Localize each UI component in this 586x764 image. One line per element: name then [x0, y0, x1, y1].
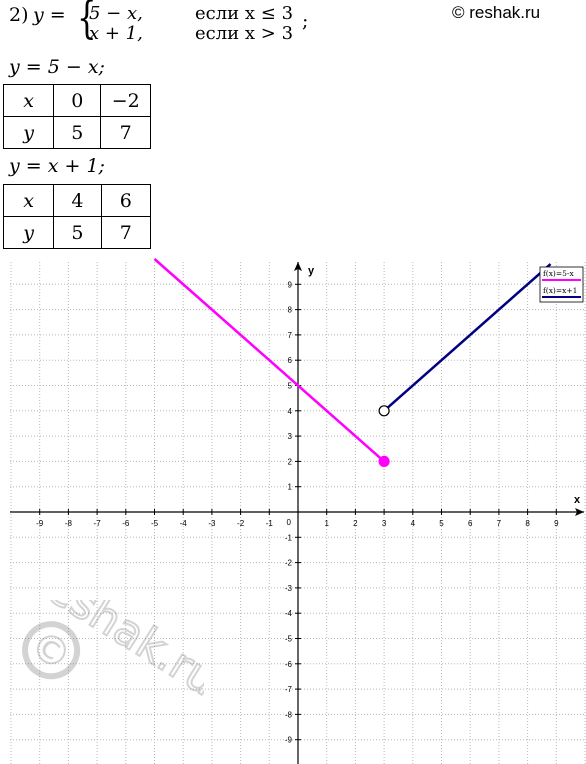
x-tick-label: -8 [65, 519, 73, 528]
y-tick-label: 4 [288, 407, 293, 416]
legend: f(x)=5-x f(x)=x+1 [539, 266, 584, 303]
y-tick-label: -6 [285, 660, 293, 669]
y-tick-label: -9 [285, 736, 293, 745]
y-tick-label: -1 [285, 533, 293, 542]
x-tick-label: 7 [497, 519, 502, 528]
y-tick-label: 8 [288, 306, 293, 315]
x-axis-label: x [574, 494, 581, 506]
x-tick-label: 2 [353, 519, 358, 528]
x-tick-label: 1 [324, 519, 329, 528]
y-axis-label: y [308, 265, 315, 277]
series-line [383, 263, 552, 412]
closed-endpoint [378, 455, 390, 467]
origin-label: 0 [287, 518, 292, 527]
y-tick-label: -4 [285, 609, 293, 618]
x-tick-label: -1 [266, 519, 274, 528]
x-tick-label: 8 [525, 519, 530, 528]
x-tick-label: -2 [237, 519, 245, 528]
x-tick-label: -7 [94, 519, 102, 528]
y-tick-label: 2 [288, 457, 293, 466]
y-tick-label: 7 [288, 331, 293, 340]
x-tick-label: 6 [468, 519, 473, 528]
y-tick-label: -7 [285, 685, 293, 694]
x-tick-label: 5 [439, 519, 444, 528]
watermark: © reshak.ru [21, 600, 204, 707]
x-tick-label: 4 [411, 519, 416, 528]
x-tick-label: -6 [122, 519, 130, 528]
y-tick-label: 1 [288, 483, 293, 492]
x-tick-label: -3 [208, 519, 216, 528]
y-tick-label: -2 [285, 559, 293, 568]
y-tick-label: 3 [288, 432, 293, 441]
x-tick-label: 9 [554, 519, 559, 528]
y-tick-label: 5 [288, 382, 293, 391]
legend-entry-label: f(x)=5-x [543, 269, 574, 278]
x-tick-label: 3 [382, 519, 387, 528]
legend-entry-label: f(x)=x+1 [543, 286, 577, 295]
open-endpoint [378, 405, 390, 417]
y-tick-label: -3 [285, 584, 293, 593]
y-tick-label: -8 [285, 710, 293, 719]
y-tick-label: 9 [288, 280, 293, 289]
y-tick-label: 6 [288, 356, 293, 365]
x-tick-label: -5 [151, 519, 159, 528]
x-tick-label: -9 [36, 519, 44, 528]
y-tick-label: -5 [285, 635, 293, 644]
x-tick-label: -4 [180, 519, 188, 528]
